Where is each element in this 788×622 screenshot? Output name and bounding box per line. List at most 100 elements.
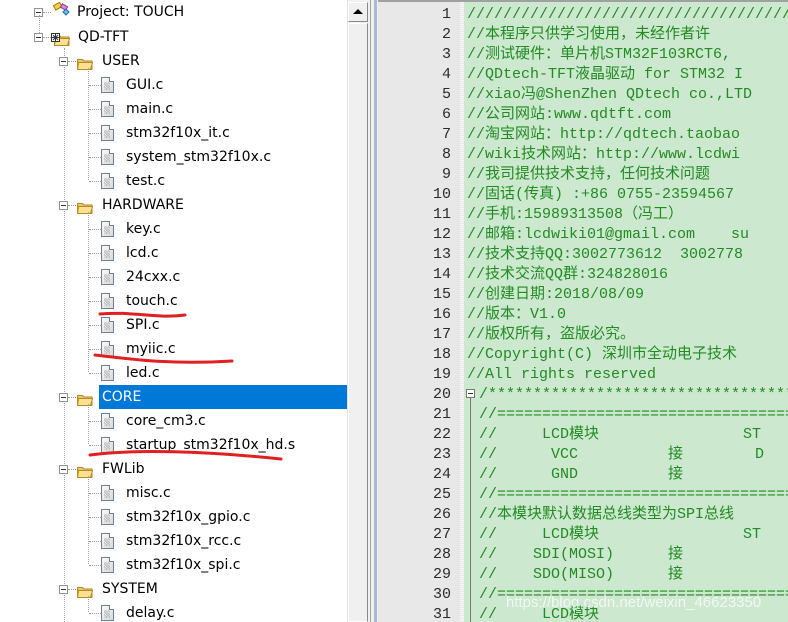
target-folder-icon <box>51 30 71 46</box>
project-tree[interactable]: Project: TOUCH QD-TFT USER GUI.c main.c stm32… <box>0 0 347 622</box>
code-line[interactable]: 1 //////////////////////////////////// <box>378 5 788 25</box>
line-number: 6 <box>441 106 451 123</box>
code-line[interactable]: 24 // GND 接 <box>378 465 788 485</box>
code-line[interactable]: 14 //技术交流QQ群:324828016 <box>378 265 788 285</box>
tree-file[interactable]: key.c <box>0 217 347 241</box>
code-comment: // SDO(MISO) 接 <box>479 566 684 583</box>
folder-icon <box>76 198 94 214</box>
code-line[interactable]: 4 //QDtech-TFT液晶驱动 for STM32 I <box>378 65 788 85</box>
code-line[interactable]: 13 //技术支持QQ:3002773612 3002778 <box>378 245 788 265</box>
tree-connector <box>68 397 76 398</box>
tree-file[interactable]: test.c <box>0 169 347 193</box>
tree-file[interactable]: stm32f10x_it.c <box>0 121 347 145</box>
code-line[interactable]: 16 //版本：V1.0 <box>378 305 788 325</box>
code-line[interactable]: 29 // SDO(MISO) 接 <box>378 565 788 585</box>
line-number: 27 <box>432 526 451 543</box>
code-line[interactable]: 15 //创建日期:2018/08/09 <box>378 285 788 305</box>
code-line[interactable]: 9 //我司提供技术支持，任何技术问题 <box>378 165 788 185</box>
tree-item-project[interactable]: Project: TOUCH <box>0 0 347 24</box>
collapse-block-icon[interactable] <box>466 389 475 398</box>
code-comment: //测试硬件：单片机STM32F103RCT6, <box>467 46 732 63</box>
collapse-icon[interactable] <box>59 465 68 474</box>
code-comment: //技术交流QQ群:324828016 <box>467 266 669 283</box>
tree-file[interactable]: SPI.c <box>0 313 347 337</box>
file-label: touch.c <box>126 293 178 309</box>
tree-file[interactable]: misc.c <box>0 481 347 505</box>
collapse-icon[interactable] <box>59 201 68 210</box>
file-label: system_stm32f10x.c <box>126 149 272 165</box>
target-label: QD-TFT <box>78 29 129 45</box>
code-line[interactable]: 22 // LCD模块 ST <box>378 425 788 445</box>
code-line[interactable]: 6 //公司网站:www.qdtft.com <box>378 105 788 125</box>
tree-file[interactable]: delay.c <box>0 601 347 622</box>
code-line[interactable]: 28 // SDI(MOSI) 接 <box>378 545 788 565</box>
code-comment: //================================= <box>479 406 788 423</box>
code-line[interactable]: 31 // LCD模块 <box>378 605 788 622</box>
code-line[interactable]: 19 //All rights reserved <box>378 365 788 385</box>
tree-file[interactable]: touch.c <box>0 289 347 318</box>
collapse-icon[interactable] <box>59 393 68 402</box>
line-number: 5 <box>441 86 451 103</box>
line-number: 2 <box>441 26 451 43</box>
tree-file[interactable]: stm32f10x_spi.c <box>0 553 347 577</box>
code-comment: //固话(传真) :+86 0755-23594567 <box>467 186 735 203</box>
code-comment: //公司网站:www.qdtft.com <box>467 106 672 123</box>
tree-file[interactable]: core_cm3.c <box>0 409 347 433</box>
tree-file[interactable]: stm32f10x_gpio.c <box>0 505 347 529</box>
folder-icon <box>76 390 94 406</box>
panel-splitter[interactable] <box>368 0 378 622</box>
file-label: lcd.c <box>126 245 159 261</box>
tree-connector <box>89 229 101 230</box>
tree-connector <box>39 15 40 33</box>
tree-group-user[interactable]: USER <box>0 49 347 73</box>
code-line[interactable]: 3 //测试硬件：单片机STM32F103RCT6, <box>378 45 788 65</box>
scroll-thumb[interactable] <box>348 23 368 622</box>
tree-group-fwlib[interactable]: FWLib <box>0 457 347 481</box>
tree-file[interactable]: lcd.c <box>0 241 347 265</box>
code-line[interactable]: 18 //Copyright(C) 深圳市全动电子技术 <box>378 345 788 365</box>
code-line[interactable]: 7 //淘宝网站：http://qdtech.taobao <box>378 125 788 145</box>
file-icon <box>101 413 114 429</box>
file-icon <box>101 317 114 333</box>
file-icon <box>101 341 114 357</box>
code-line[interactable]: 30 //================================= <box>378 585 788 605</box>
code-line[interactable]: 12 //邮箱:lcdwiki01@gmail.com su <box>378 225 788 245</box>
code-line[interactable]: 10 //固话(传真) :+86 0755-23594567 <box>378 185 788 205</box>
tree-file[interactable]: myiic.c <box>0 337 347 364</box>
code-line[interactable]: 20 /********************************** <box>378 385 788 405</box>
code-line[interactable]: 5 //xiao冯@ShenZhen QDtech co.,LTD <box>378 85 788 105</box>
collapse-icon[interactable] <box>59 585 68 594</box>
collapse-icon[interactable] <box>34 33 43 42</box>
tree-file[interactable]: 24cxx.c <box>0 265 347 289</box>
tree-connector <box>89 445 101 446</box>
tree-file[interactable]: system_stm32f10x.c <box>0 145 347 169</box>
tree-file[interactable]: main.c <box>0 97 347 121</box>
file-icon <box>101 245 114 261</box>
tree-file[interactable]: led.c <box>0 361 347 385</box>
tree-scrollbar[interactable] <box>347 0 368 622</box>
scroll-up-button[interactable] <box>348 2 368 22</box>
line-number: 16 <box>432 306 451 323</box>
code-line[interactable]: 26 //本模块默认数据总线类型为SPI总线 <box>378 505 788 525</box>
code-line[interactable]: 11 //手机:15989313508（冯工） <box>378 205 788 225</box>
tree-group-core[interactable]: CORE <box>0 385 347 409</box>
tree-item-target[interactable]: QD-TFT <box>0 15 347 49</box>
code-line[interactable]: 21 //================================= <box>378 405 788 425</box>
code-editor[interactable]: 1 //////////////////////////////////// 2 //… <box>378 0 788 622</box>
code-line[interactable]: 8 //wiki技术网站：http://www.lcdwi <box>378 145 788 165</box>
code-line[interactable]: 17 //版权所有，盗版必究。 <box>378 325 788 345</box>
code-line[interactable]: 25 //================================= <box>378 485 788 505</box>
tree-file[interactable]: startup_stm32f10x_hd.s <box>0 433 347 461</box>
code-line[interactable]: 27 // LCD模块 ST <box>378 525 788 545</box>
code-line[interactable]: 23 // VCC 接 D <box>378 445 788 465</box>
tree-group-system[interactable]: SYSTEM <box>0 577 347 601</box>
line-number: 11 <box>432 206 451 223</box>
tree-file[interactable]: GUI.c <box>0 73 347 97</box>
tree-group-hardware[interactable]: HARDWARE <box>0 193 347 217</box>
tree-connector <box>89 373 101 374</box>
code-line[interactable]: 2 //本程序只供学习使用，未经作者许 <box>378 25 788 45</box>
collapse-icon[interactable] <box>59 57 68 66</box>
tree-connector <box>89 325 101 326</box>
tree-file[interactable]: stm32f10x_rcc.c <box>0 529 347 553</box>
line-number: 26 <box>432 506 451 523</box>
